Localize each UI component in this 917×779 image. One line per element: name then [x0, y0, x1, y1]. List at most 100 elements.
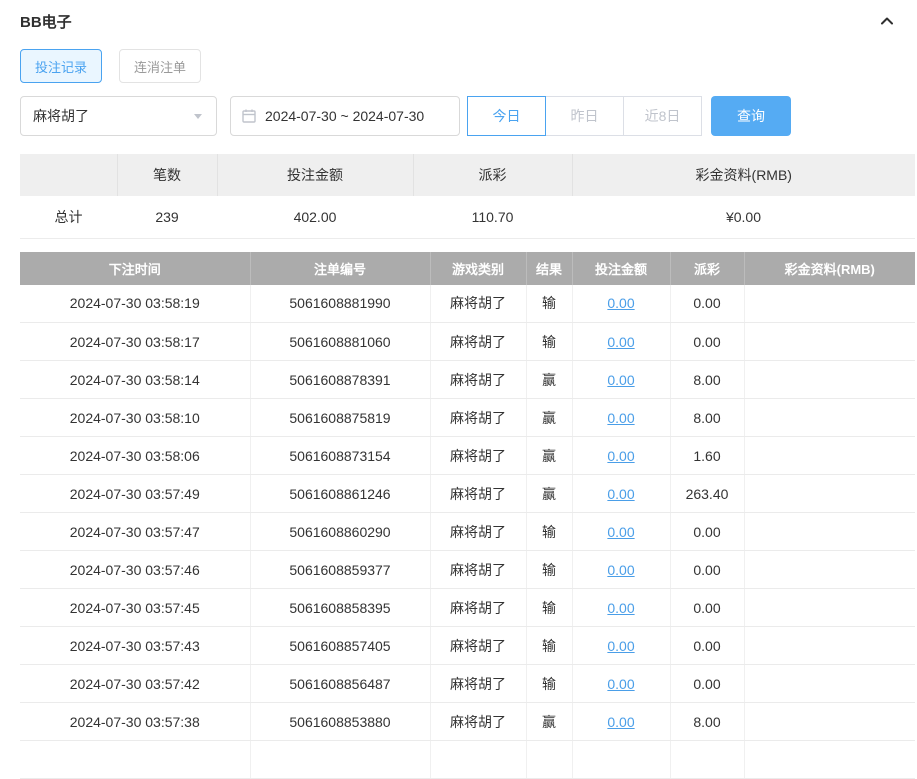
bet-time-cell: 2024-07-30 03:57:38 — [20, 703, 250, 741]
bet-time-cell: 2024-07-30 03:57:43 — [20, 627, 250, 665]
table-row: 2024-07-30 03:57:385061608853880麻将胡了赢0.0… — [20, 703, 915, 741]
table-row: 2024-07-30 03:57:475061608860290麻将胡了输0.0… — [20, 513, 915, 551]
bet-amount-link[interactable]: 0.00 — [607, 524, 634, 540]
summary-table: 笔数 投注金额 派彩 彩金资料(RMB) 总计 239 402.00 110.7… — [20, 154, 915, 239]
order-id-cell: 5061608881060 — [250, 323, 430, 361]
summary-header-count: 笔数 — [117, 154, 217, 196]
game-type-cell: 麻将胡了 — [430, 361, 526, 399]
bet-amount-cell: 0.00 — [572, 513, 670, 551]
summary-header-bet-amount: 投注金额 — [217, 154, 413, 196]
summary-total-payout: 110.70 — [413, 196, 572, 238]
bet-amount-cell: 0.00 — [572, 437, 670, 475]
game-type-cell: 麻将胡了 — [430, 285, 526, 323]
bet-amount-link[interactable]: 0.00 — [607, 372, 634, 388]
empty-cell — [20, 741, 250, 779]
table-row: 2024-07-30 03:57:495061608861246麻将胡了赢0.0… — [20, 475, 915, 513]
today-button[interactable]: 今日 — [467, 96, 546, 136]
search-button[interactable]: 查询 — [711, 96, 791, 136]
bonus-cell — [744, 665, 915, 703]
payout-cell: 8.00 — [670, 361, 744, 399]
bonus-cell — [744, 627, 915, 665]
panel: BB电子 投注记录 连消注单 麻将胡了 — [0, 0, 917, 779]
table-row-partial — [20, 741, 915, 779]
payout-cell: 263.40 — [670, 475, 744, 513]
bonus-cell — [744, 551, 915, 589]
bet-time-cell: 2024-07-30 03:57:45 — [20, 589, 250, 627]
bet-time-cell: 2024-07-30 03:57:46 — [20, 551, 250, 589]
table-row: 2024-07-30 03:57:455061608858395麻将胡了输0.0… — [20, 589, 915, 627]
game-type-cell: 麻将胡了 — [430, 551, 526, 589]
result-cell: 输 — [526, 285, 572, 323]
table-row: 2024-07-30 03:58:065061608873154麻将胡了赢0.0… — [20, 437, 915, 475]
order-id-cell: 5061608873154 — [250, 437, 430, 475]
empty-cell — [572, 741, 670, 779]
table-row: 2024-07-30 03:58:105061608875819麻将胡了赢0.0… — [20, 399, 915, 437]
game-select[interactable]: 麻将胡了 — [20, 96, 217, 136]
tab-cancelled-orders[interactable]: 连消注单 — [119, 49, 201, 83]
table-row: 2024-07-30 03:58:145061608878391麻将胡了赢0.0… — [20, 361, 915, 399]
payout-cell: 8.00 — [670, 399, 744, 437]
bonus-cell — [744, 513, 915, 551]
bet-table: 下注时间 注单编号 游戏类别 结果 投注金额 派彩 彩金资料(RMB) 2024… — [20, 252, 915, 779]
bet-amount-link[interactable]: 0.00 — [607, 714, 634, 730]
bet-amount-cell: 0.00 — [572, 285, 670, 323]
bet-amount-cell: 0.00 — [572, 475, 670, 513]
bonus-cell — [744, 285, 915, 323]
payout-cell: 0.00 — [670, 323, 744, 361]
bonus-cell — [744, 361, 915, 399]
summary-header-blank — [20, 154, 117, 196]
payout-cell: 0.00 — [670, 551, 744, 589]
collapse-button[interactable] — [877, 11, 897, 31]
yesterday-button[interactable]: 昨日 — [545, 96, 624, 136]
bet-amount-link[interactable]: 0.00 — [607, 334, 634, 350]
bet-time-cell: 2024-07-30 03:58:19 — [20, 285, 250, 323]
calendar-icon — [241, 108, 257, 124]
bet-amount-cell: 0.00 — [572, 551, 670, 589]
bonus-cell — [744, 323, 915, 361]
bet-amount-cell: 0.00 — [572, 399, 670, 437]
summary-total-count: 239 — [117, 196, 217, 238]
game-select-value: 麻将胡了 — [33, 106, 89, 126]
last-8-days-button[interactable]: 近8日 — [623, 96, 702, 136]
order-id-cell: 5061608861246 — [250, 475, 430, 513]
bet-amount-link[interactable]: 0.00 — [607, 600, 634, 616]
empty-cell — [526, 741, 572, 779]
bet-amount-link[interactable]: 0.00 — [607, 676, 634, 692]
game-type-cell: 麻将胡了 — [430, 627, 526, 665]
bet-time-cell: 2024-07-30 03:57:49 — [20, 475, 250, 513]
bonus-cell — [744, 399, 915, 437]
empty-cell — [430, 741, 526, 779]
order-id-cell: 5061608856487 — [250, 665, 430, 703]
payout-cell: 0.00 — [670, 627, 744, 665]
bet-time-cell: 2024-07-30 03:57:42 — [20, 665, 250, 703]
bet-amount-link[interactable]: 0.00 — [607, 295, 634, 311]
empty-cell — [250, 741, 430, 779]
bet-amount-link[interactable]: 0.00 — [607, 638, 634, 654]
bet-amount-cell: 0.00 — [572, 703, 670, 741]
col-header-bet-time: 下注时间 — [20, 252, 250, 285]
bet-amount-link[interactable]: 0.00 — [607, 410, 634, 426]
tab-bet-records[interactable]: 投注记录 — [20, 49, 102, 83]
summary-header-row: 笔数 投注金额 派彩 彩金资料(RMB) — [20, 154, 915, 196]
bonus-cell — [744, 589, 915, 627]
date-range-picker[interactable]: 2024-07-30 ~ 2024-07-30 — [230, 96, 460, 136]
bet-amount-cell: 0.00 — [572, 323, 670, 361]
order-id-cell: 5061608860290 — [250, 513, 430, 551]
tab-label: 连消注单 — [134, 57, 186, 76]
bet-amount-link[interactable]: 0.00 — [607, 448, 634, 464]
panel-header: BB电子 — [20, 8, 897, 34]
summary-total-label: 总计 — [20, 196, 117, 238]
payout-cell: 0.00 — [670, 665, 744, 703]
bet-amount-link[interactable]: 0.00 — [607, 486, 634, 502]
game-type-cell: 麻将胡了 — [430, 703, 526, 741]
payout-cell: 0.00 — [670, 589, 744, 627]
bet-amount-cell: 0.00 — [572, 665, 670, 703]
chevron-up-icon — [879, 13, 895, 29]
bonus-cell — [744, 703, 915, 741]
bet-amount-link[interactable]: 0.00 — [607, 562, 634, 578]
col-header-order-id: 注单编号 — [250, 252, 430, 285]
result-cell: 赢 — [526, 361, 572, 399]
table-row: 2024-07-30 03:57:465061608859377麻将胡了输0.0… — [20, 551, 915, 589]
game-type-cell: 麻将胡了 — [430, 665, 526, 703]
result-cell: 输 — [526, 513, 572, 551]
